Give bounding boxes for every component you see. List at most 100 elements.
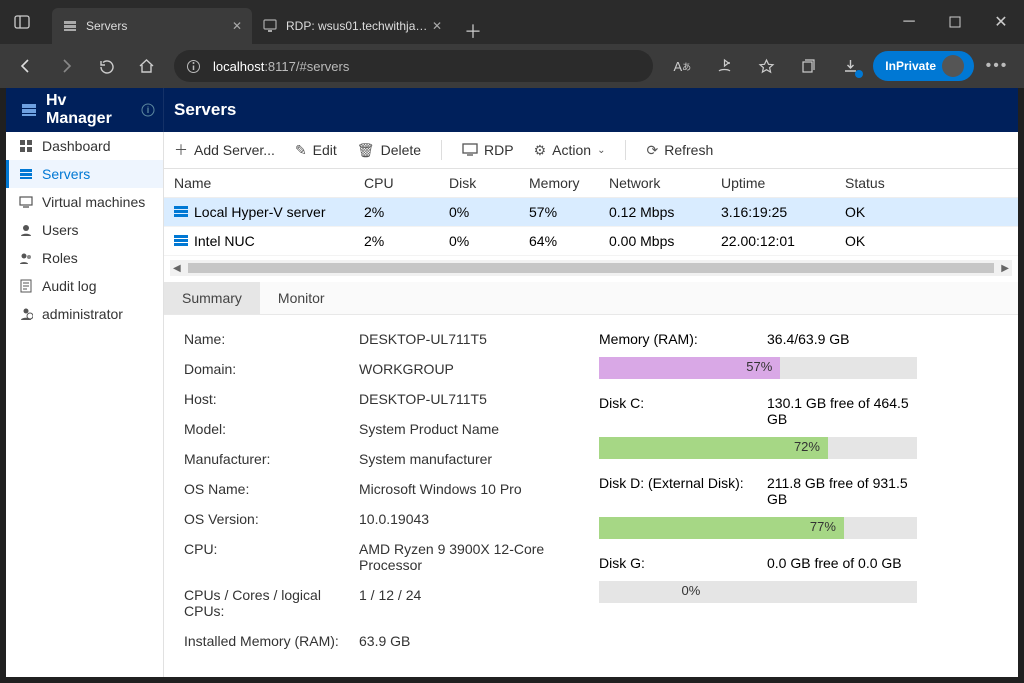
favorite-icon[interactable] <box>747 48 785 84</box>
server-icon <box>174 235 188 248</box>
address-bar[interactable]: localhost:8117/#servers <box>174 50 653 82</box>
column-header[interactable]: Status <box>845 175 925 191</box>
admin-icon <box>18 306 34 322</box>
inprivate-badge[interactable]: InPrivate <box>873 51 974 81</box>
plus-icon: ＋ <box>174 140 188 160</box>
minimize-icon[interactable]: ─ <box>886 0 932 44</box>
column-header[interactable]: Network <box>609 175 721 191</box>
sidebar-item-roles[interactable]: Roles <box>6 244 163 272</box>
sidebar-item-administrator[interactable]: administrator <box>6 300 163 328</box>
browser-tab[interactable]: RDP: wsus01.techwithjasmin.com ✕ <box>252 8 452 44</box>
summary-value: 1 / 12 / 24 <box>359 587 569 619</box>
progress-bar: 72% <box>599 437 917 459</box>
summary-label: Manufacturer: <box>184 451 359 467</box>
grid-icon <box>18 138 34 154</box>
log-icon <box>18 278 34 294</box>
sidebar-item-virtual-machines[interactable]: Virtual machines <box>6 188 163 216</box>
page-title: Servers <box>164 100 236 120</box>
rdp-icon <box>262 18 278 34</box>
progress-bar: 77% <box>599 517 917 539</box>
table-row[interactable]: Local Hyper-V server2%0%57%0.12 Mbps3.16… <box>164 198 1018 227</box>
summary-value: System manufacturer <box>359 451 569 467</box>
summary-label: CPUs / Cores / logical CPUs: <box>184 587 359 619</box>
home-button[interactable] <box>128 48 164 84</box>
refresh-button[interactable]: ⟳Refresh <box>646 142 713 159</box>
app-header: Hv Manager i Servers <box>6 88 1018 132</box>
summary-label: OS Name: <box>184 481 359 497</box>
sidebar-item-dashboard[interactable]: Dashboard <box>6 132 163 160</box>
sidebar-item-audit-log[interactable]: Audit log <box>6 272 163 300</box>
column-header[interactable]: Memory <box>529 175 609 191</box>
info-icon[interactable]: i <box>141 103 155 117</box>
refresh-icon: ⟳ <box>646 142 658 159</box>
summary-label: Installed Memory (RAM): <box>184 633 359 649</box>
column-header[interactable]: CPU <box>364 175 449 191</box>
maximize-icon[interactable] <box>932 0 978 44</box>
user-icon <box>18 222 34 238</box>
add-server-button[interactable]: ＋Add Server... <box>174 140 275 160</box>
summary-value: DESKTOP-UL711T5 <box>359 331 569 347</box>
sidebar-item-label: Virtual machines <box>42 194 145 210</box>
sidebar-item-label: Dashboard <box>42 138 111 154</box>
horizontal-scrollbar[interactable]: ◀▶ <box>170 260 1012 276</box>
summary-value: Microsoft Windows 10 Pro <box>359 481 569 497</box>
column-header[interactable]: Uptime <box>721 175 845 191</box>
detail-tabs: Summary Monitor <box>164 282 1018 315</box>
sidebar-item-label: Roles <box>42 250 78 266</box>
delete-button[interactable]: 🗑Delete <box>357 142 421 159</box>
sidebar: Dashboard Servers Virtual machines Users Rol… <box>6 132 164 677</box>
more-icon[interactable]: ••• <box>978 48 1016 84</box>
close-icon[interactable]: ✕ <box>232 19 242 33</box>
metric-label: Memory (RAM): <box>599 331 767 347</box>
metric-value: 36.4/63.9 GB <box>767 331 917 347</box>
main-toolbar: ＋Add Server... ✎Edit 🗑Delete RDP ⚙Action… <box>164 132 1018 169</box>
summary-value: System Product Name <box>359 421 569 437</box>
sidebar-item-label: administrator <box>42 306 123 322</box>
downloads-icon[interactable] <box>831 48 869 84</box>
tab-sidebar-icon[interactable] <box>0 0 44 44</box>
svg-text:i: i <box>147 105 150 115</box>
summary-value: 10.0.19043 <box>359 511 569 527</box>
column-header[interactable]: Name <box>174 175 364 191</box>
sidebar-item-users[interactable]: Users <box>6 216 163 244</box>
collections-icon[interactable] <box>789 48 827 84</box>
server-icon <box>18 166 34 182</box>
text-size-icon[interactable]: Aあ <box>663 48 701 84</box>
summary-label: Name: <box>184 331 359 347</box>
tab-summary[interactable]: Summary <box>164 282 260 314</box>
tab-monitor[interactable]: Monitor <box>260 282 343 314</box>
summary-label: Host: <box>184 391 359 407</box>
grid-header: NameCPUDiskMemoryNetworkUptimeStatus <box>164 169 1018 198</box>
summary-value: WORKGROUP <box>359 361 569 377</box>
back-button[interactable] <box>8 48 44 84</box>
read-aloud-icon[interactable] <box>705 48 743 84</box>
rdp-button[interactable]: RDP <box>462 142 514 158</box>
vm-icon <box>18 194 34 210</box>
tab-title: Servers <box>86 19 127 33</box>
url-host: localhost <box>213 59 264 74</box>
summary-label: CPU: <box>184 541 359 573</box>
summary-value: 63.9 GB <box>359 633 569 649</box>
column-header[interactable]: Disk <box>449 175 529 191</box>
forward-button[interactable] <box>48 48 84 84</box>
close-icon[interactable]: ✕ <box>432 19 442 33</box>
action-button[interactable]: ⚙Action⌄ <box>534 142 606 159</box>
new-tab-button[interactable]: ＋ <box>452 18 494 44</box>
info-icon <box>186 59 201 74</box>
refresh-button[interactable] <box>88 48 124 84</box>
chevron-down-icon: ⌄ <box>597 145 605 156</box>
browser-toolbar: localhost:8117/#servers Aあ InPrivate ••• <box>0 44 1024 88</box>
table-row[interactable]: Intel NUC2%0%64%0.00 Mbps22.00:12:01OK <box>164 227 1018 256</box>
server-icon <box>174 206 188 219</box>
sidebar-item-label: Users <box>42 222 79 238</box>
server-icon <box>62 18 78 34</box>
metric-label: Disk G: <box>599 555 767 571</box>
sidebar-item-servers[interactable]: Servers <box>6 160 163 188</box>
edit-button[interactable]: ✎Edit <box>295 142 337 159</box>
pencil-icon: ✎ <box>295 142 307 159</box>
close-icon[interactable]: ✕ <box>978 0 1024 44</box>
browser-tab[interactable]: Servers ✕ <box>52 8 252 44</box>
metric-value: 130.1 GB free of 464.5 GB <box>767 395 917 427</box>
metric-label: Disk C: <box>599 395 767 427</box>
metric-label: Disk D: (External Disk): <box>599 475 767 507</box>
